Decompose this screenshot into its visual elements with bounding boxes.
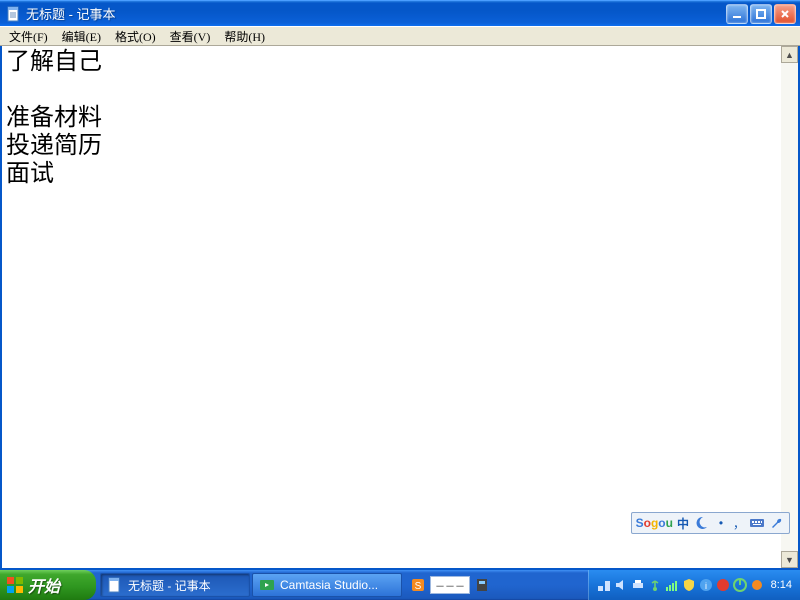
menu-format[interactable]: 格式(O) — [108, 27, 163, 46]
vertical-scrollbar[interactable]: ▲ ▼ — [781, 46, 798, 568]
taskbar: 开始 无标题 - 记事本 Camtasia Studio... S －－－ — [0, 570, 800, 600]
text-editor[interactable]: 了解自己 准备材料 投递简历 面试 — [2, 46, 781, 568]
comma-icon[interactable]: ， — [733, 515, 745, 532]
bullet-icon[interactable]: • — [713, 515, 729, 531]
camtasia-icon — [259, 577, 275, 593]
keyboard-icon[interactable] — [749, 515, 765, 531]
task-button-camtasia[interactable]: Camtasia Studio... — [252, 573, 402, 597]
window-titlebar: 无标题 - 记事本 — [0, 0, 800, 26]
scroll-track[interactable] — [781, 63, 798, 551]
tray-icon-printer[interactable] — [631, 578, 645, 592]
system-tray: i 8:14 — [588, 570, 800, 600]
tray-icon-info[interactable]: i — [699, 578, 713, 592]
menu-bar: 文件(F) 编辑(E) 格式(O) 查看(V) 帮助(H) — [0, 26, 800, 46]
svg-text:i: i — [705, 581, 707, 591]
close-button[interactable] — [774, 4, 796, 24]
quick-launch-icon-1[interactable]: S — [410, 577, 426, 593]
sogou-logo: Sogou — [636, 516, 673, 530]
tray-icon-volume[interactable] — [614, 578, 628, 592]
task-label: Camtasia Studio... — [280, 578, 378, 592]
menu-help[interactable]: 帮助(H) — [217, 27, 272, 46]
svg-text:S: S — [415, 581, 422, 592]
tray-icon-signal[interactable] — [665, 578, 679, 592]
tray-icon-shield[interactable] — [682, 578, 696, 592]
start-button[interactable]: 开始 — [0, 570, 96, 600]
tray-icon-misc[interactable] — [750, 578, 764, 592]
tray-icon-usb[interactable] — [648, 578, 662, 592]
tray-icon-av[interactable] — [716, 578, 730, 592]
quick-launch: S －－－ — [404, 576, 496, 594]
scroll-down-button[interactable]: ▼ — [781, 551, 798, 568]
editor-client-area: 了解自己 准备材料 投递简历 面试 ▲ ▼ Sogou 中 • ， — [0, 46, 800, 570]
menu-file[interactable]: 文件(F) — [2, 27, 55, 46]
wrench-icon[interactable] — [769, 515, 785, 531]
taskbar-clock[interactable]: 8:14 — [767, 579, 792, 591]
tray-icon-power[interactable] — [733, 578, 747, 592]
quick-launch-icon-3[interactable] — [474, 577, 490, 593]
scroll-up-button[interactable]: ▲ — [781, 46, 798, 63]
window-title: 无标题 - 记事本 — [26, 4, 116, 23]
ime-toolbar[interactable]: Sogou 中 • ， — [631, 512, 790, 534]
tray-icon-network[interactable] — [597, 578, 611, 592]
notepad-icon — [107, 577, 123, 593]
menu-edit[interactable]: 编辑(E) — [55, 27, 108, 46]
notepad-icon — [6, 6, 22, 22]
start-label: 开始 — [28, 573, 60, 597]
minimize-button[interactable] — [726, 4, 748, 24]
task-button-notepad[interactable]: 无标题 - 记事本 — [100, 573, 250, 597]
ime-mode-indicator[interactable]: 中 — [677, 515, 689, 532]
quick-launch-icon-2[interactable]: －－－ — [430, 576, 470, 594]
menu-view[interactable]: 查看(V) — [163, 27, 218, 46]
windows-flag-icon — [6, 576, 24, 594]
task-buttons: 无标题 - 记事本 Camtasia Studio... S －－－ — [96, 570, 588, 600]
task-label: 无标题 - 记事本 — [128, 577, 211, 594]
moon-icon[interactable] — [693, 515, 709, 531]
maximize-button[interactable] — [750, 4, 772, 24]
